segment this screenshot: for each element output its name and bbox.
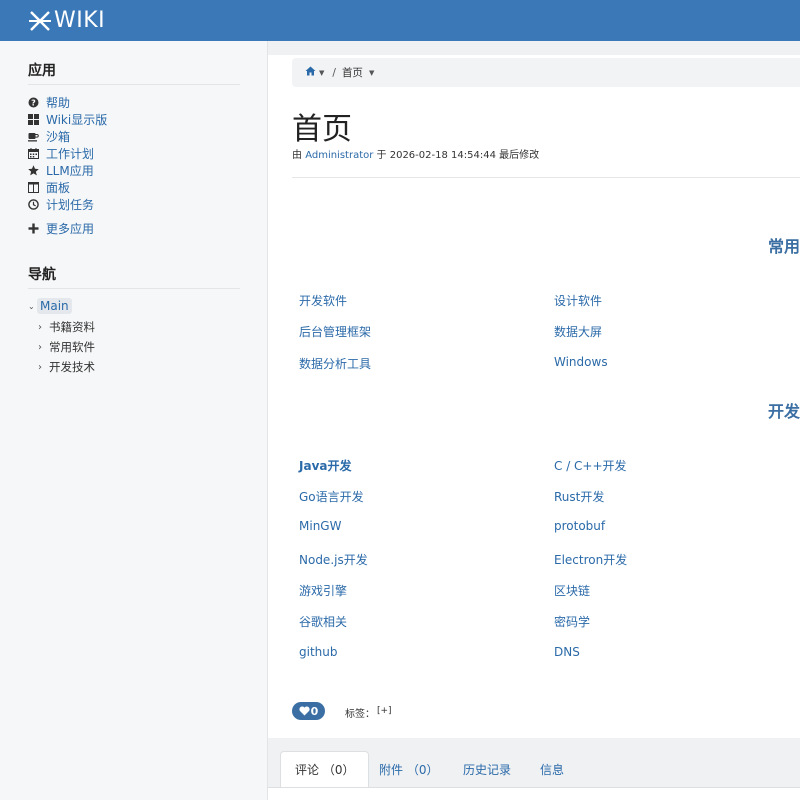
app-label: Wiki显示版 xyxy=(46,113,108,127)
like-count: 0 xyxy=(310,704,319,718)
nav-panel-title: 导航 xyxy=(28,267,56,283)
app-label: 面板 xyxy=(46,181,71,195)
tab-history[interactable]: 历史记录 xyxy=(463,751,511,787)
link-admin-framework[interactable]: 后台管理框架 xyxy=(299,323,371,340)
svg-text:?: ? xyxy=(31,98,36,107)
tab-comments[interactable]: 评论 （0） xyxy=(280,751,370,787)
link-go[interactable]: Go语言开发 xyxy=(299,488,364,505)
left-sidebar: 应用 ? 帮助 Wiki显示版 沙箱 工作计划 LLM应用 面板 计划任务 更多… xyxy=(0,41,268,800)
link-nodejs[interactable]: Node.js开发 xyxy=(299,551,368,568)
coffee-icon xyxy=(28,131,39,142)
x-logo-icon xyxy=(28,9,52,33)
link-blockchain[interactable]: 区块链 xyxy=(554,582,590,599)
app-llm[interactable]: LLM应用 xyxy=(28,162,107,179)
app-work-plan[interactable]: 工作计划 xyxy=(28,145,107,162)
page-meta: 由 Administrator 于 2026-02-18 14:54:44 最后… xyxy=(292,146,539,161)
plus-icon xyxy=(28,223,39,234)
apps-list: ? 帮助 Wiki显示版 沙箱 工作计划 LLM应用 面板 计划任务 xyxy=(28,94,107,213)
tree-node-main[interactable]: ⌄ Main xyxy=(28,297,95,315)
divider xyxy=(28,84,240,85)
home-icon[interactable] xyxy=(305,66,316,79)
app-label: 计划任务 xyxy=(46,198,95,212)
more-apps-label: 更多应用 xyxy=(46,222,95,236)
logo-text: WIKI xyxy=(54,8,106,33)
link-windows[interactable]: Windows xyxy=(554,355,608,369)
chevron-down-icon[interactable]: ⌄ xyxy=(28,302,37,311)
link-protobuf[interactable]: protobuf xyxy=(554,519,605,533)
meta-prefix: 由 xyxy=(292,150,302,161)
content-gutter xyxy=(268,41,800,55)
app-sandbox[interactable]: 沙箱 xyxy=(28,128,107,145)
link-mingw[interactable]: MinGW xyxy=(299,519,341,533)
breadcrumb-current[interactable]: 首页 xyxy=(342,65,363,80)
top-navbar: WIKI xyxy=(0,0,800,41)
tab-information[interactable]: 信息 xyxy=(540,751,564,787)
divider xyxy=(28,288,240,289)
tree-node-label[interactable]: Main xyxy=(37,298,72,314)
tab-panel xyxy=(268,787,800,800)
tree-node-common-software[interactable]: › 常用软件 xyxy=(38,337,95,357)
link-google[interactable]: 谷歌相关 xyxy=(299,613,347,630)
clock-icon xyxy=(28,199,39,210)
heart-icon xyxy=(299,706,310,716)
link-java[interactable]: Java开发 xyxy=(299,457,351,474)
tab-label: 历史记录 xyxy=(463,762,512,777)
link-design-software[interactable]: 设计软件 xyxy=(554,292,602,309)
app-help[interactable]: ? 帮助 xyxy=(28,94,107,111)
tab-label: 评论 （0） xyxy=(295,763,355,777)
author-link[interactable]: Administrator xyxy=(305,150,373,161)
xwiki-logo[interactable]: WIKI xyxy=(28,8,105,33)
app-scheduler[interactable]: 计划任务 xyxy=(28,196,107,213)
link-electron[interactable]: Electron开发 xyxy=(554,551,627,568)
tree-node-label[interactable]: 开发技术 xyxy=(49,359,95,375)
tree-node-label[interactable]: 常用软件 xyxy=(49,339,95,355)
columns-icon xyxy=(28,182,39,193)
caret-down-icon[interactable]: ▼ xyxy=(319,69,324,77)
tree-node-books[interactable]: › 书籍资料 xyxy=(38,317,95,337)
tree-node-label[interactable]: 书籍资料 xyxy=(49,319,95,335)
breadcrumb-separator: / xyxy=(332,66,336,79)
app-label: 沙箱 xyxy=(46,130,71,144)
link-dev-software[interactable]: 开发软件 xyxy=(299,292,347,309)
add-tag-button[interactable]: [+] xyxy=(377,706,392,716)
app-panels[interactable]: 面板 xyxy=(28,179,107,196)
apps-panel-title: 应用 xyxy=(28,63,56,79)
link-data-dashboard[interactable]: 数据大屏 xyxy=(554,323,602,340)
meta-modified: 于 2026-02-18 14:54:44 最后修改 xyxy=(376,150,540,161)
chevron-right-icon[interactable]: › xyxy=(38,342,49,353)
page-title: 首页 xyxy=(292,112,352,147)
app-wiki-display[interactable]: Wiki显示版 xyxy=(28,111,107,128)
grid-icon xyxy=(28,114,39,125)
link-game-engine[interactable]: 游戏引擎 xyxy=(299,582,347,599)
caret-down-icon[interactable]: ▼ xyxy=(369,69,374,77)
link-cryptography[interactable]: 密码学 xyxy=(554,613,590,630)
app-label: 工作计划 xyxy=(46,147,95,161)
calendar-icon xyxy=(28,148,39,159)
link-c-cpp[interactable]: C / C++开发 xyxy=(554,457,627,474)
more-apps-link[interactable]: 更多应用 xyxy=(28,220,94,237)
tree-node-dev-tech[interactable]: › 开发技术 xyxy=(38,357,95,377)
tags-label: 标签： xyxy=(345,709,375,720)
tab-attachments[interactable]: 附件 （0） xyxy=(379,751,438,787)
app-label: LLM应用 xyxy=(46,164,94,178)
section-heading-dev: 开发 xyxy=(768,402,800,421)
tab-label: 附件 （0） xyxy=(379,762,439,777)
question-circle-icon: ? xyxy=(28,97,39,108)
chevron-right-icon[interactable]: › xyxy=(38,362,49,373)
link-rust[interactable]: Rust开发 xyxy=(554,488,604,505)
divider xyxy=(292,177,800,178)
star-icon xyxy=(28,165,39,176)
link-data-analysis[interactable]: 数据分析工具 xyxy=(299,355,371,372)
tab-label: 信息 xyxy=(540,762,565,777)
link-github[interactable]: github xyxy=(299,645,337,659)
breadcrumb: ▼ / 首页 ▼ xyxy=(292,58,800,87)
chevron-right-icon[interactable]: › xyxy=(38,322,49,333)
section-heading-common: 常用 xyxy=(768,237,800,256)
navigation-tree: ⌄ Main › 书籍资料 › 常用软件 › 开发技术 xyxy=(28,297,95,377)
app-label: 帮助 xyxy=(46,96,71,110)
link-dns[interactable]: DNS xyxy=(554,645,580,659)
like-button[interactable]: 0 xyxy=(292,702,325,720)
